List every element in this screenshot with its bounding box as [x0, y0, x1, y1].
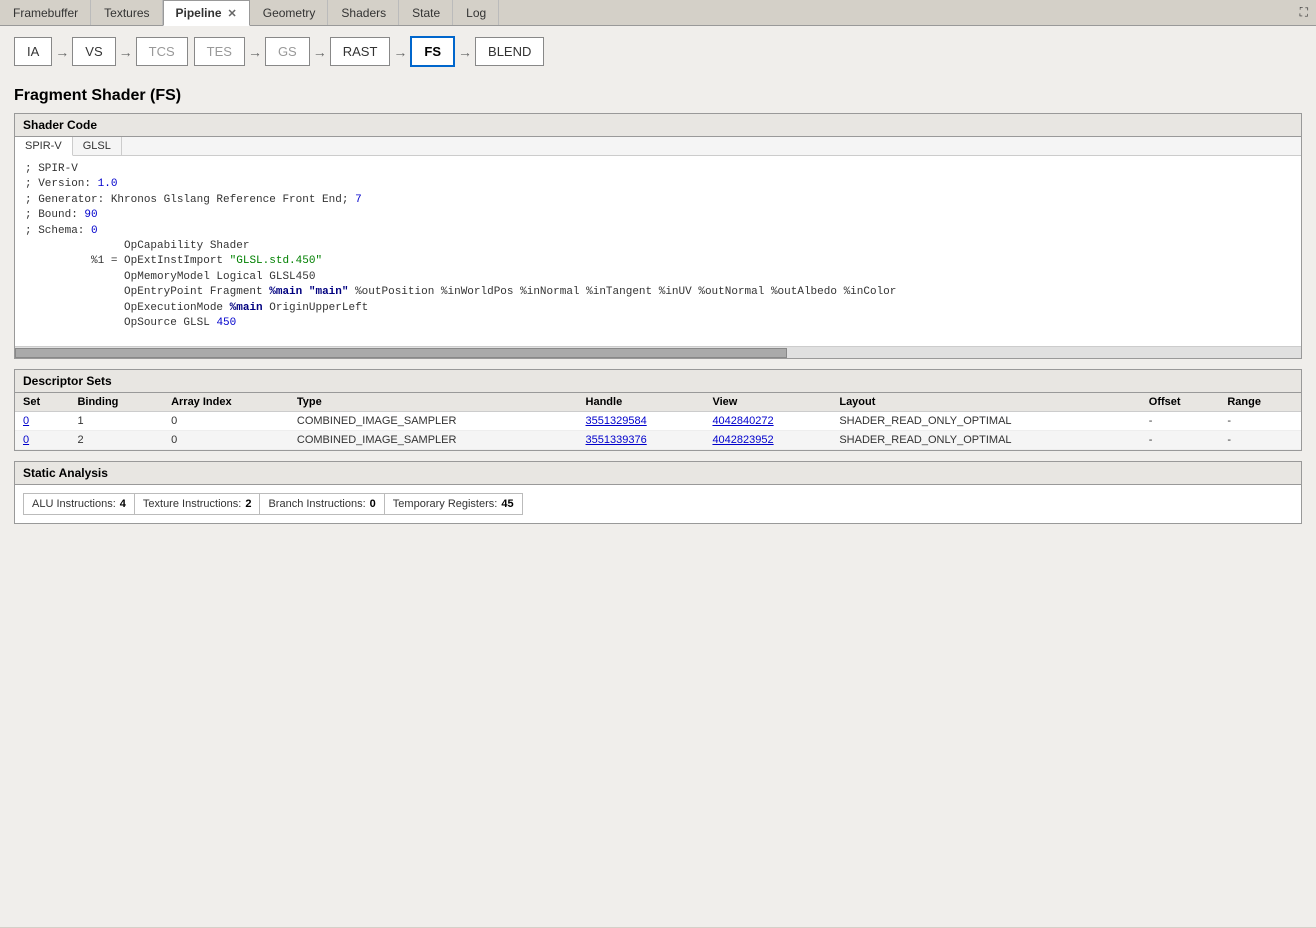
- tab-pipeline[interactable]: Pipeline ✕: [163, 0, 250, 26]
- tab-bar: Framebuffer Textures Pipeline ✕ Geometry…: [0, 0, 1316, 26]
- cell-set[interactable]: 0: [15, 412, 69, 431]
- stat-value: 2: [245, 498, 251, 510]
- stage-rast[interactable]: RAST: [330, 37, 391, 66]
- cell-offset: -: [1141, 431, 1220, 450]
- cell-view[interactable]: 4042840272: [704, 412, 831, 431]
- table-row: 0 2 0 COMBINED_IMAGE_SAMPLER 3551339376 …: [15, 431, 1301, 450]
- arrow-tes-gs: →: [245, 44, 265, 60]
- col-offset: Offset: [1141, 393, 1220, 412]
- stat-label: Branch Instructions:: [268, 498, 365, 510]
- tab-log[interactable]: Log: [453, 0, 499, 25]
- cell-range: -: [1219, 412, 1301, 431]
- cell-layout: SHADER_READ_ONLY_OPTIMAL: [831, 412, 1140, 431]
- pipeline-bar: IA → VS → TCS TES → GS → RAST → FS → BLE…: [0, 26, 1316, 77]
- col-handle: Handle: [578, 393, 705, 412]
- static-analysis-header: Static Analysis: [15, 462, 1301, 485]
- cell-binding: 1: [69, 412, 163, 431]
- stat-value: 0: [370, 498, 376, 510]
- arrow-fs-blend: →: [455, 44, 475, 60]
- static-analysis-section: Static Analysis ALU Instructions: 4Textu…: [14, 461, 1302, 524]
- tab-geometry[interactable]: Geometry: [250, 0, 329, 25]
- arrow-vs-tcs: →: [116, 44, 136, 60]
- close-pipeline-tab[interactable]: ✕: [228, 7, 237, 20]
- col-range: Range: [1219, 393, 1301, 412]
- descriptor-sets-section: Descriptor Sets Set Binding Array Index …: [14, 369, 1302, 451]
- arrow-gs-rast: →: [310, 44, 330, 60]
- cell-layout: SHADER_READ_ONLY_OPTIMAL: [831, 431, 1140, 450]
- arrow-ia-vs: →: [52, 44, 72, 60]
- cell-offset: -: [1141, 412, 1220, 431]
- stat-value: 4: [120, 498, 126, 510]
- tab-framebuffer[interactable]: Framebuffer: [0, 0, 91, 25]
- col-type: Type: [289, 393, 578, 412]
- shader-code-area[interactable]: ; SPIR-V ; Version: 1.0 ; Generator: Khr…: [15, 156, 1301, 346]
- cell-view[interactable]: 4042823952: [704, 431, 831, 450]
- tab-shaders[interactable]: Shaders: [328, 0, 399, 25]
- stat-item-1: Texture Instructions: 2: [135, 494, 261, 514]
- col-binding: Binding: [69, 393, 163, 412]
- stat-item-0: ALU Instructions: 4: [24, 494, 135, 514]
- tab-state[interactable]: State: [399, 0, 453, 25]
- stat-label: Texture Instructions:: [143, 498, 241, 510]
- cell-handle[interactable]: 3551339376: [578, 431, 705, 450]
- code-scrollbar[interactable]: [15, 346, 1301, 358]
- table-row: 0 1 0 COMBINED_IMAGE_SAMPLER 3551329584 …: [15, 412, 1301, 431]
- cell-set[interactable]: 0: [15, 431, 69, 450]
- col-layout: Layout: [831, 393, 1140, 412]
- descriptor-sets-header: Descriptor Sets: [15, 370, 1301, 393]
- fullscreen-button[interactable]: ⛶: [1292, 0, 1316, 25]
- tab-textures[interactable]: Textures: [91, 0, 162, 25]
- stat-value: 45: [501, 498, 513, 510]
- col-array-index: Array Index: [163, 393, 289, 412]
- stat-item-2: Branch Instructions: 0: [260, 494, 384, 514]
- code-tabs: SPIR-V GLSL: [15, 137, 1301, 156]
- stage-gs[interactable]: GS: [265, 37, 310, 66]
- stage-ia[interactable]: IA: [14, 37, 52, 66]
- stat-item-3: Temporary Registers: 45: [385, 494, 522, 514]
- arrow-rast-fs: →: [390, 44, 410, 60]
- descriptor-sets-table: Set Binding Array Index Type Handle View…: [15, 393, 1301, 450]
- code-tab-glsl[interactable]: GLSL: [73, 137, 122, 155]
- stat-row: ALU Instructions: 4Texture Instructions:…: [23, 493, 523, 515]
- col-view: View: [704, 393, 831, 412]
- main-content: Fragment Shader (FS) Shader Code SPIR-V …: [0, 77, 1316, 927]
- stat-label: Temporary Registers:: [393, 498, 498, 510]
- cell-binding: 2: [69, 431, 163, 450]
- cell-range: -: [1219, 431, 1301, 450]
- cell-array-index: 0: [163, 431, 289, 450]
- static-analysis-content: ALU Instructions: 4Texture Instructions:…: [15, 485, 1301, 523]
- shader-code-header: Shader Code: [15, 114, 1301, 137]
- code-tab-spirv[interactable]: SPIR-V: [15, 137, 73, 156]
- shader-code-section: Shader Code SPIR-V GLSL ; SPIR-V ; Versi…: [14, 113, 1302, 359]
- stage-tcs[interactable]: TCS: [136, 37, 188, 66]
- stat-label: ALU Instructions:: [32, 498, 116, 510]
- cell-handle[interactable]: 3551329584: [578, 412, 705, 431]
- stage-blend[interactable]: BLEND: [475, 37, 544, 66]
- page-title: Fragment Shader (FS): [14, 87, 1302, 105]
- stage-vs[interactable]: VS: [72, 37, 115, 66]
- cell-array-index: 0: [163, 412, 289, 431]
- stage-tes[interactable]: TES: [194, 37, 245, 66]
- col-set: Set: [15, 393, 69, 412]
- stage-fs[interactable]: FS: [410, 36, 455, 67]
- cell-type: COMBINED_IMAGE_SAMPLER: [289, 412, 578, 431]
- code-scrollbar-thumb[interactable]: [15, 348, 787, 358]
- cell-type: COMBINED_IMAGE_SAMPLER: [289, 431, 578, 450]
